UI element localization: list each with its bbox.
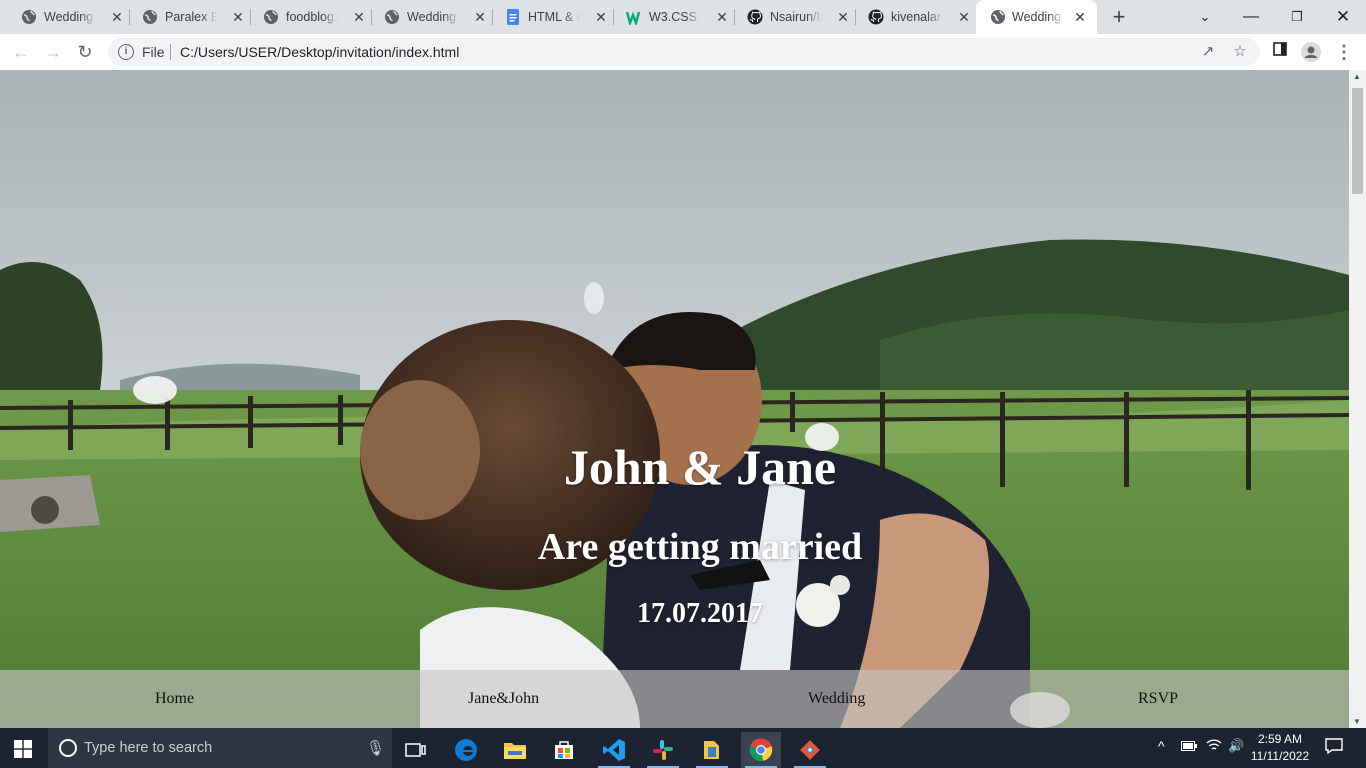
- microphone-icon[interactable]: 🎙: [366, 739, 385, 757]
- new-tab-button[interactable]: +: [1109, 6, 1129, 28]
- tab-title: foodblog1: [286, 10, 338, 24]
- docs-icon: [507, 9, 519, 25]
- tab-title: Wedding Invitation: [44, 10, 96, 24]
- battery-icon[interactable]: [1181, 738, 1197, 754]
- share-icon[interactable]: ↗: [1200, 44, 1216, 60]
- scroll-thumb[interactable]: [1352, 88, 1363, 194]
- volume-icon[interactable]: 🔊: [1228, 738, 1244, 754]
- restore-button[interactable]: ❐: [1285, 5, 1309, 29]
- tab-title: Nsairun/Invitation: [770, 10, 822, 24]
- forward-button[interactable]: →: [41, 40, 65, 64]
- browser-tab[interactable]: Paralex Blog ✕: [121, 0, 251, 34]
- browser-tab-active[interactable]: Wedding Invitation ✕: [976, 0, 1097, 34]
- files-icon[interactable]: [692, 732, 732, 768]
- globe-icon: [22, 10, 36, 24]
- clock-time: 2:59 AM: [1257, 732, 1303, 746]
- file-explorer-icon[interactable]: [495, 732, 535, 768]
- slack-icon[interactable]: [643, 732, 683, 768]
- windows-taskbar: Type here to search 🎙 ^ 🔊 2:59 AM 11/11/…: [0, 728, 1366, 768]
- couple-names-heading: John & Jane: [563, 439, 837, 495]
- url-text[interactable]: C:/Users/USER/Desktop/invitation/index.h…: [180, 44, 459, 60]
- tab-title: kivenalaric: [891, 10, 943, 24]
- scroll-down-arrow-icon[interactable]: ▼: [1353, 717, 1361, 726]
- wedding-date: 17.07.2017: [637, 598, 763, 629]
- globe-icon: [385, 10, 399, 24]
- menu-icon[interactable]: ⋮: [1334, 42, 1354, 62]
- taskbar-search[interactable]: Type here to search 🎙: [48, 728, 392, 768]
- wifi-icon[interactable]: [1206, 738, 1222, 755]
- address-divider: [170, 44, 171, 60]
- microsoft-store-icon[interactable]: [544, 732, 584, 768]
- close-icon[interactable]: ✕: [957, 10, 971, 24]
- w3-icon: [626, 11, 641, 25]
- nav-link-home[interactable]: Home: [155, 690, 194, 708]
- announcement-subheading: Are getting married: [537, 526, 863, 568]
- hero-photo: John & Jane Are getting married 17.07.20…: [0, 70, 1349, 728]
- search-placeholder: Type here to search: [84, 740, 213, 756]
- globe-icon: [991, 10, 1005, 24]
- back-button[interactable]: ←: [9, 40, 33, 64]
- task-view-icon[interactable]: [396, 732, 436, 768]
- address-bar[interactable]: i File C:/Users/USER/Desktop/invitation/…: [108, 38, 1260, 66]
- edge-icon[interactable]: [446, 732, 486, 768]
- show-hidden-icons-icon[interactable]: ^: [1158, 738, 1165, 754]
- tab-search-icon[interactable]: ⌄: [1193, 5, 1217, 29]
- browser-tab[interactable]: foodblog1 ✕: [242, 0, 372, 34]
- vscode-icon[interactable]: [594, 732, 634, 768]
- tab-title: HTML & CSS: [528, 10, 580, 24]
- minimize-button[interactable]: —: [1239, 5, 1263, 29]
- scroll-up-arrow-icon[interactable]: ▲: [1353, 72, 1361, 81]
- github-icon: [747, 9, 763, 25]
- browser-tab[interactable]: Wedding Invitation ✕: [363, 0, 493, 34]
- page-scrollbar[interactable]: ▲ ▼: [1349, 70, 1366, 728]
- notifications-icon[interactable]: [1325, 738, 1343, 757]
- git-icon[interactable]: [790, 732, 830, 768]
- browser-tab[interactable]: Wedding Invitation ✕: [0, 0, 130, 34]
- browser-tab[interactable]: W3.CSS Templates ✕: [605, 0, 735, 34]
- profile-icon[interactable]: [1301, 42, 1321, 62]
- close-window-button[interactable]: ✕: [1331, 5, 1355, 29]
- globe-icon: [143, 10, 157, 24]
- scheme-label: File: [142, 44, 165, 60]
- browser-tab-strip: Wedding Invitation ✕ Paralex Blog ✕ food…: [0, 0, 1366, 34]
- page-viewport: John & Jane Are getting married 17.07.20…: [0, 70, 1349, 728]
- globe-icon: [264, 10, 278, 24]
- browser-tab[interactable]: kivenalaric ✕: [847, 0, 977, 34]
- page-navbar: Home Jane&John Wedding RSVP: [0, 670, 1349, 728]
- clock-date: 11/11/2022: [1250, 749, 1310, 763]
- tab-title: Paralex Blog: [165, 10, 217, 24]
- browser-toolbar: ← → ↻ i File C:/Users/USER/Desktop/invit…: [0, 34, 1366, 70]
- browser-tab[interactable]: HTML & CSS ✕: [484, 0, 614, 34]
- nav-link-jane-john[interactable]: Jane&John: [468, 690, 539, 708]
- nav-link-rsvp[interactable]: RSVP: [1138, 690, 1178, 708]
- close-icon[interactable]: ✕: [1073, 10, 1087, 24]
- github-icon: [868, 9, 884, 25]
- tab-title: Wedding Invitation: [1012, 10, 1064, 24]
- system-clock[interactable]: 2:59 AM 11/11/2022: [1250, 731, 1310, 765]
- tab-title: Wedding Invitation: [407, 10, 459, 24]
- side-panel-icon[interactable]: [1270, 42, 1290, 62]
- nav-link-wedding[interactable]: Wedding: [808, 690, 865, 708]
- star-icon[interactable]: ☆: [1232, 44, 1248, 60]
- info-icon[interactable]: i: [118, 44, 134, 60]
- browser-tab[interactable]: Nsairun/Invitation ✕: [726, 0, 856, 34]
- cortana-icon: [59, 739, 77, 757]
- chrome-icon[interactable]: [741, 732, 781, 768]
- tab-title: W3.CSS Templates: [649, 10, 701, 24]
- windows-start-icon[interactable]: [14, 740, 32, 758]
- reload-button[interactable]: ↻: [73, 40, 97, 64]
